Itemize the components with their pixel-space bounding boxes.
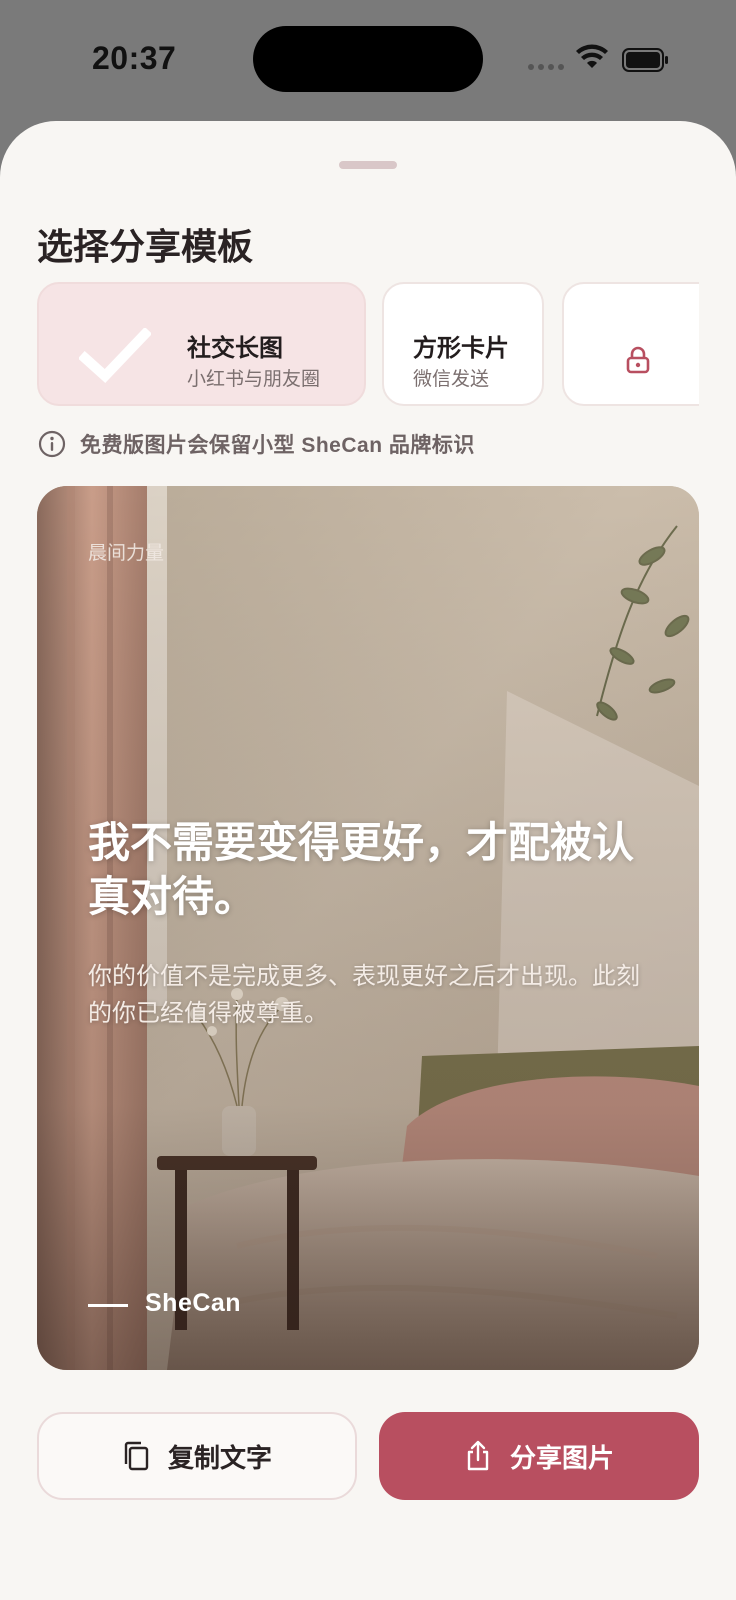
cellular-signal-icon [528, 64, 564, 70]
sheet-title: 选择分享模板 [37, 226, 254, 267]
info-icon [38, 430, 66, 458]
preview-brand: SheCan [145, 1289, 242, 1317]
brand-notice: 免费版图片会保留小型 SheCan 品牌标识 [38, 429, 475, 459]
preview-body: 你的价值不是完成更多、表现更好之后才出现。此刻的你已经值得被尊重。 [88, 963, 640, 1027]
status-time: 20:37 [92, 40, 177, 76]
bedroom-photo [37, 486, 699, 1370]
copy-text-button[interactable]: 复制文字 [37, 1412, 357, 1500]
dynamic-island [253, 26, 483, 92]
checkmark-icon [79, 328, 151, 383]
sheet-grabber[interactable] [339, 161, 397, 169]
lock-icon [626, 346, 650, 374]
template-card-social-long[interactable]: 社交长图 小红书与朋友圈 [37, 282, 366, 406]
copy-icon [124, 1441, 149, 1471]
copy-text-label: 复制文字 [167, 1442, 272, 1473]
preview-quote: 我不需要变得更好，才配被认真对待。 [88, 819, 635, 920]
share-sheet: 选择分享模板 社交长图 小红书与朋友圈 方形卡片 微信发送 免费版图片会保留小型… [0, 121, 736, 1600]
brand-dash [88, 1304, 128, 1307]
share-icon [467, 1440, 489, 1471]
share-image-button[interactable]: 分享图片 [379, 1412, 699, 1500]
template-name: 社交长图 [187, 335, 283, 362]
wifi-icon [576, 44, 608, 68]
template-name: 方形卡片 [413, 335, 509, 362]
notice-text: 免费版图片会保留小型 SheCan 品牌标识 [80, 434, 475, 457]
template-subtitle: 微信发送 [413, 369, 490, 390]
template-subtitle: 小红书与朋友圈 [187, 369, 321, 390]
status-bar: 20:37 [0, 0, 736, 120]
preview-kicker: 晨间力量 [88, 543, 165, 564]
share-image-label: 分享图片 [509, 1442, 614, 1473]
template-card-square[interactable]: 方形卡片 微信发送 [382, 282, 544, 406]
template-picker: 社交长图 小红书与朋友圈 方形卡片 微信发送 [37, 282, 699, 406]
battery-icon [622, 48, 668, 72]
share-image-preview: 晨间力量 我不需要变得更好，才配被认真对待。 你的价值不是完成更多、表现更好之后… [37, 486, 699, 1370]
template-card-locked[interactable] [562, 282, 699, 406]
